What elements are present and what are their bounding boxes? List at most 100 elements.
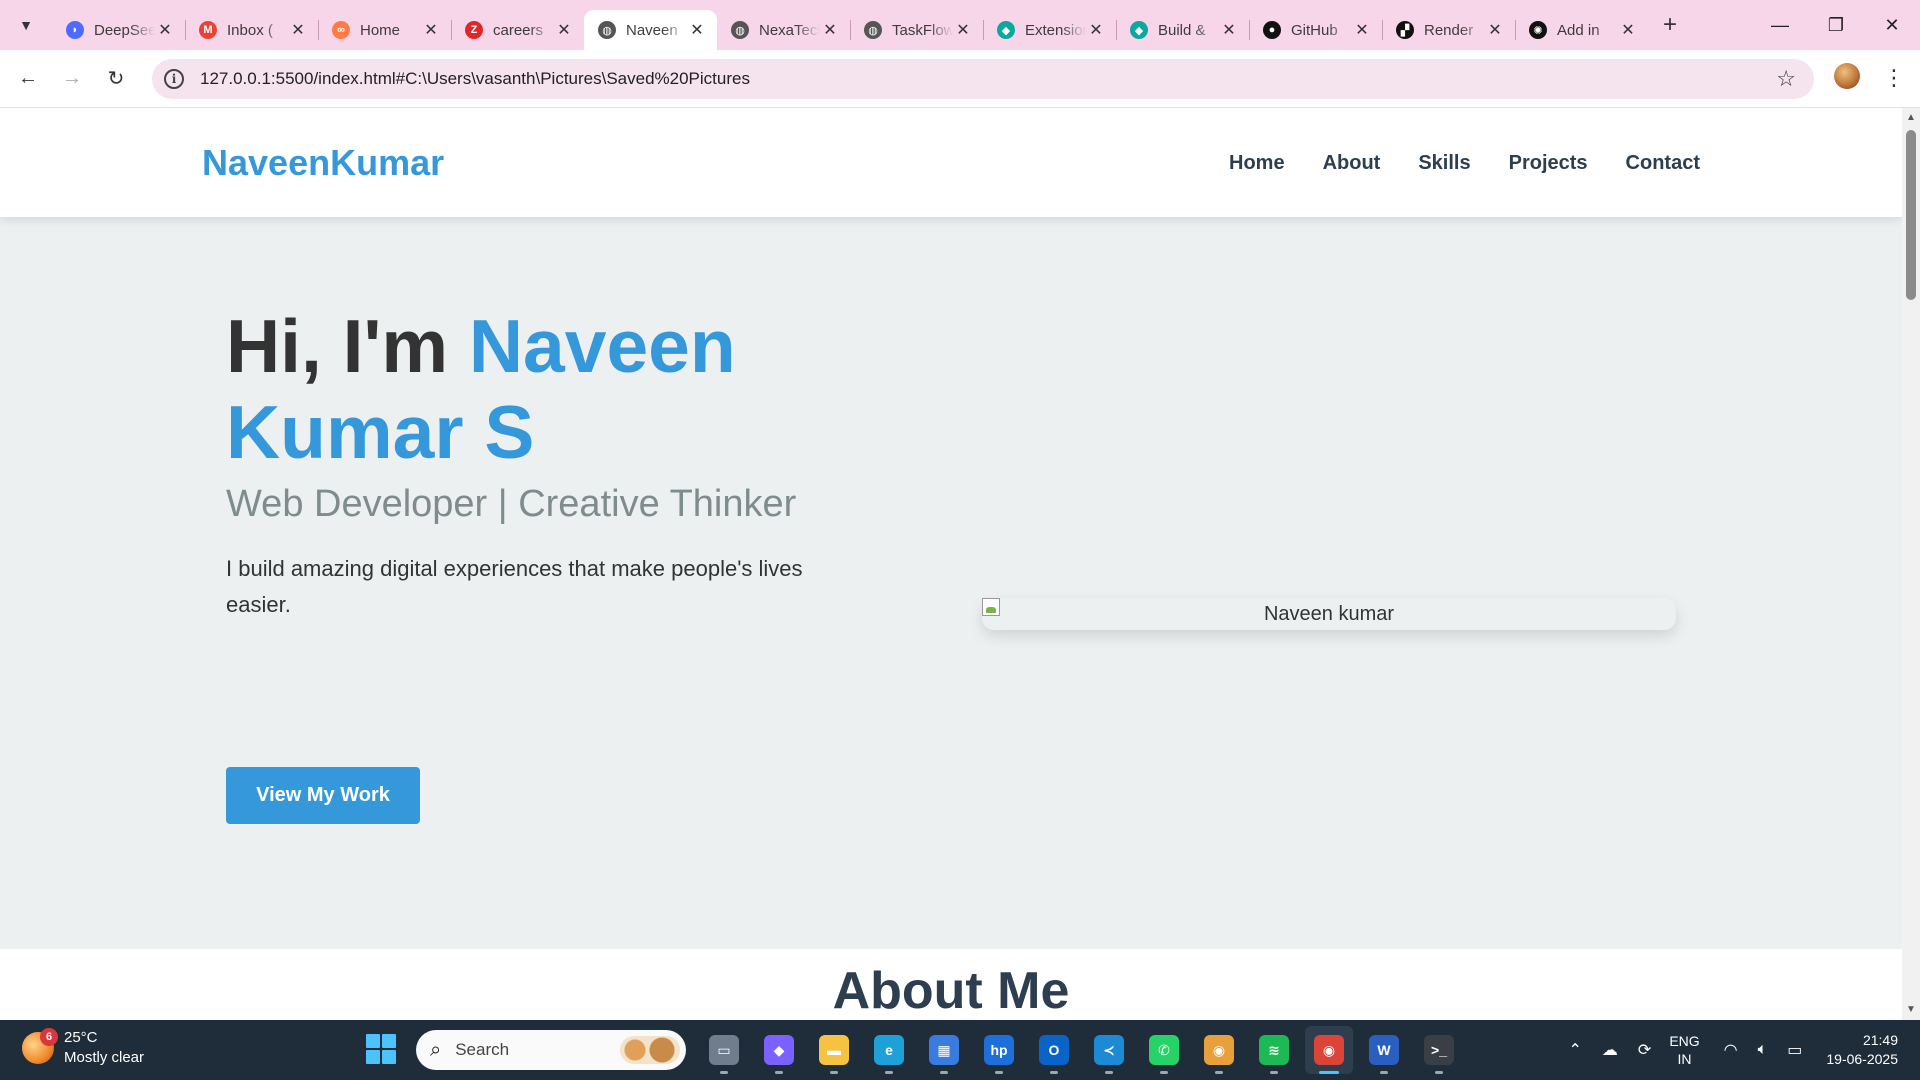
tab-list: ◗DeepSeek✕MInbox (✕∞Home✕Zcareers✕◍Navee… <box>52 0 1648 50</box>
tab-close-icon[interactable]: ✕ <box>554 20 574 40</box>
myhp-taskbar-button[interactable]: hp <box>975 1026 1023 1074</box>
page-viewport: NaveenKumar Home About Skills Projects C… <box>0 108 1902 1020</box>
tab-title: careers <box>493 21 544 39</box>
tab-title: GitHub <box>1291 21 1338 39</box>
running-indicator <box>775 1071 783 1074</box>
scroll-up-icon[interactable]: ▲ <box>1902 110 1920 126</box>
edge-taskbar-button[interactable]: e <box>865 1026 913 1074</box>
hero-section: Hi, I'm Naveen Kumar S Web Developer | C… <box>0 217 1902 949</box>
tab-close-icon[interactable]: ✕ <box>820 20 840 40</box>
browser-menu-icon[interactable]: ⋮ <box>1880 60 1908 96</box>
forward-button[interactable]: → <box>50 57 94 101</box>
clock[interactable]: 21:49 19-06-2025 <box>1826 1031 1898 1069</box>
link-icon: ∞ <box>332 21 350 39</box>
minimize-button[interactable]: — <box>1752 0 1808 50</box>
task-view-taskbar-button[interactable]: ▭ <box>700 1026 748 1074</box>
outlook-taskbar-button[interactable]: O <box>1030 1026 1078 1074</box>
tab-close-icon[interactable]: ✕ <box>1086 20 1106 40</box>
browser-tab[interactable]: ∞ Home ✕ <box>318 10 451 50</box>
site-info-icon[interactable]: i <box>164 69 184 89</box>
sync-icon[interactable]: ⟳ <box>1638 1040 1651 1060</box>
tab-close-icon[interactable]: ✕ <box>1219 20 1239 40</box>
tab-close-icon[interactable]: ✕ <box>288 20 308 40</box>
tab-title: Build & <box>1158 21 1206 39</box>
browser-tab[interactable]: ◍ Naveen ✕ <box>584 10 717 50</box>
wifi-icon[interactable]: ◠ <box>1724 1040 1738 1060</box>
browser-tab[interactable]: ▞ Render ✕ <box>1382 10 1515 50</box>
myhp-icon: hp <box>984 1035 1014 1065</box>
tab-close-icon[interactable]: ✕ <box>1618 20 1638 40</box>
word-taskbar-button[interactable]: W <box>1360 1026 1408 1074</box>
chrome-taskbar-button[interactable]: ◉ <box>1305 1026 1353 1074</box>
gmail-icon: M <box>199 21 217 39</box>
vscode-taskbar-button[interactable]: ≺ <box>1085 1026 1133 1074</box>
windows-start-icon[interactable] <box>366 1034 396 1064</box>
system-tray: ⌃ ☁ ⟳ ENG IN ◠ 🔈︎ ▭ 21:49 19-06-2025 <box>1559 1020 1920 1080</box>
nav-link-skills[interactable]: Skills <box>1418 152 1470 175</box>
back-button[interactable]: ← <box>6 57 50 101</box>
new-tab-button[interactable]: + <box>1652 7 1688 43</box>
search-highlight-image <box>620 1036 680 1064</box>
running-indicator <box>885 1071 893 1074</box>
browser-tab[interactable]: ◗ DeepSeek✕ <box>52 10 185 50</box>
browser-tab[interactable]: ◆ Build & ✕ <box>1116 10 1249 50</box>
address-url[interactable]: 127.0.0.1:5500/index.html#C:\Users\vasan… <box>200 69 750 89</box>
whatsapp-taskbar-button[interactable]: ✆ <box>1140 1026 1188 1074</box>
close-window-button[interactable]: ✕ <box>1864 0 1920 50</box>
copilot-taskbar-button[interactable]: ◆ <box>755 1026 803 1074</box>
page-scrollbar[interactable]: ▲ ▼ <box>1902 108 1920 1020</box>
profile-image-broken: Naveen kumar <box>982 598 1676 630</box>
tab-close-icon[interactable]: ✕ <box>1485 20 1505 40</box>
site-logo[interactable]: NaveenKumar <box>202 142 444 184</box>
profile-avatar[interactable] <box>1834 63 1860 89</box>
chrome-icon: ◉ <box>1314 1035 1344 1065</box>
copilot-icon: ◆ <box>764 1035 794 1065</box>
browser-tab[interactable]: ◍ NexaTech ✕ <box>717 10 850 50</box>
battery-icon[interactable]: ▭ <box>1787 1040 1802 1060</box>
tab-close-icon[interactable]: ✕ <box>1352 20 1372 40</box>
tab-search-chevron-icon[interactable]: ▼ <box>6 5 46 45</box>
bookmark-star-icon[interactable]: ☆ <box>1776 66 1796 92</box>
onedrive-icon[interactable]: ☁ <box>1602 1040 1618 1060</box>
scrollbar-thumb[interactable] <box>1906 130 1916 300</box>
browser-tab[interactable]: M Inbox ( ✕ <box>185 10 318 50</box>
store-taskbar-button[interactable]: ▦ <box>920 1026 968 1074</box>
show-hidden-icons-icon[interactable]: ⌃ <box>1569 1040 1582 1060</box>
nav-link-about[interactable]: About <box>1323 152 1381 175</box>
taskbar-search[interactable]: ⌕ Search <box>416 1030 686 1070</box>
tab-close-icon[interactable]: ✕ <box>155 20 175 40</box>
tab-close-icon[interactable]: ✕ <box>421 20 441 40</box>
nav-link-contact[interactable]: Contact <box>1626 152 1700 175</box>
address-bar[interactable]: i 127.0.0.1:5500/index.html#C:\Users\vas… <box>152 59 1814 99</box>
language-indicator[interactable]: ENG IN <box>1669 1032 1699 1068</box>
language-code: ENG <box>1669 1033 1700 1049</box>
tab-close-icon[interactable]: ✕ <box>687 20 707 40</box>
hero-description: I build amazing digital experiences that… <box>226 556 803 617</box>
file-explorer-taskbar-button[interactable]: ▬ <box>810 1026 858 1074</box>
browser-tab[interactable]: ● GitHub ✕ <box>1249 10 1382 50</box>
nav-link-home[interactable]: Home <box>1229 152 1285 175</box>
browser-tab[interactable]: ✺ Add in ✕ <box>1515 10 1648 50</box>
globe-icon: ◍ <box>864 21 882 39</box>
browser-tab[interactable]: Zcareers ✕ <box>451 10 584 50</box>
scroll-down-icon[interactable]: ▼ <box>1902 1002 1920 1018</box>
chrome-profile-taskbar-button[interactable]: ◉ <box>1195 1026 1243 1074</box>
browser-tab[interactable]: ◍ TaskFlow ✕ <box>850 10 983 50</box>
view-my-work-button[interactable]: View My Work <box>226 767 420 824</box>
nav-link-projects[interactable]: Projects <box>1509 152 1588 175</box>
weather-widget[interactable]: 6 25°C Mostly clear <box>22 1028 144 1068</box>
tab-title: DeepSeek <box>94 21 155 39</box>
region-code: IN <box>1677 1051 1692 1067</box>
terminal-taskbar-button[interactable]: >_ <box>1415 1026 1463 1074</box>
chrome-profile-icon: ◉ <box>1204 1035 1234 1065</box>
restore-button[interactable]: ❐ <box>1808 0 1864 50</box>
tab-title: Inbox ( <box>227 21 273 39</box>
running-indicator <box>1105 1071 1113 1074</box>
running-indicator <box>1215 1071 1223 1074</box>
browser-toolbar: ← → ↻ i 127.0.0.1:5500/index.html#C:\Use… <box>0 50 1920 108</box>
tab-close-icon[interactable]: ✕ <box>953 20 973 40</box>
spotify-taskbar-button[interactable]: ≋ <box>1250 1026 1298 1074</box>
reload-button[interactable]: ↻ <box>94 57 138 101</box>
browser-tab[interactable]: ◆ Extensions✕ <box>983 10 1116 50</box>
volume-icon[interactable]: 🔈︎ <box>1758 1041 1768 1059</box>
